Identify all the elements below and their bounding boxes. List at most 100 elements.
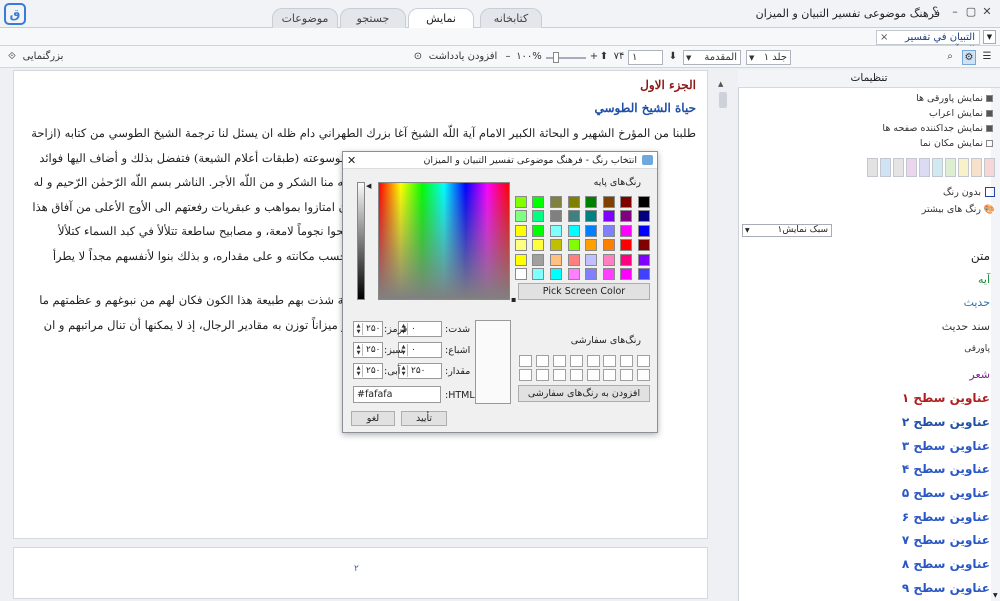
pick-screen-color-button[interactable]: Pick Screen Color xyxy=(518,283,650,300)
spin-icon[interactable]: ▲ ▼ xyxy=(355,344,363,356)
basic-color-cell[interactable] xyxy=(567,196,580,208)
custom-color-cell[interactable] xyxy=(603,355,617,367)
document-scrollbar[interactable]: ▲ xyxy=(717,80,729,598)
basic-color-cell[interactable] xyxy=(532,239,545,252)
highlight-swatch[interactable] xyxy=(880,158,891,177)
basic-color-cell[interactable] xyxy=(550,224,562,237)
scroll-down-icon[interactable]: ▼ xyxy=(993,592,998,599)
basic-color-cell[interactable] xyxy=(514,239,527,252)
style-item[interactable]: عناوین سطح ۶ xyxy=(902,510,990,524)
basic-color-cell[interactable] xyxy=(514,268,527,280)
basic-color-cell[interactable] xyxy=(550,268,562,280)
custom-color-cell[interactable] xyxy=(536,355,550,367)
checkbox-icon[interactable] xyxy=(986,110,993,117)
section-select[interactable]: المقدمة ▼ xyxy=(683,50,741,65)
basic-color-cell[interactable] xyxy=(585,210,598,223)
basic-color-cell[interactable] xyxy=(602,196,615,208)
basic-color-cell[interactable] xyxy=(532,268,545,280)
spin-icon[interactable]: ▲ ▼ xyxy=(400,365,408,377)
basic-color-cell[interactable] xyxy=(585,253,598,266)
basic-color-cell[interactable] xyxy=(620,268,633,280)
basic-color-cell[interactable] xyxy=(550,239,562,252)
basic-color-cell[interactable] xyxy=(550,196,562,208)
checkbox-icon[interactable] xyxy=(986,140,993,147)
basic-color-cell[interactable] xyxy=(567,253,580,266)
html-color-input[interactable]: #fafafa xyxy=(353,386,441,403)
basic-color-cell[interactable] xyxy=(532,253,545,266)
highlight-swatch[interactable] xyxy=(945,158,956,177)
style-item[interactable]: شعر xyxy=(969,368,990,381)
style-item[interactable]: متن xyxy=(971,249,990,263)
minimize-window-icon[interactable]: – xyxy=(948,5,962,19)
basic-color-cell[interactable] xyxy=(638,224,650,237)
more-colors-option[interactable]: 🎨 رنگ های بیشتر xyxy=(922,204,995,216)
basic-color-cell[interactable] xyxy=(602,253,615,266)
red-spinbox[interactable]: ▲ ▼ ۲۵۰ xyxy=(353,321,383,337)
custom-color-cell[interactable] xyxy=(620,355,634,367)
basic-color-cell[interactable] xyxy=(602,268,615,280)
custom-color-cell[interactable] xyxy=(586,355,600,367)
cancel-button[interactable]: لغو xyxy=(351,411,395,426)
color-spectrum[interactable] xyxy=(378,182,510,300)
basic-color-cell[interactable] xyxy=(585,196,598,208)
basic-color-cell[interactable] xyxy=(567,268,580,280)
basic-color-cell[interactable] xyxy=(638,210,650,223)
close-window-icon[interactable]: ✕ xyxy=(980,5,994,19)
basic-color-cell[interactable] xyxy=(567,224,580,237)
custom-color-cell[interactable] xyxy=(553,355,566,367)
style-item[interactable]: عناوین سطح ۴ xyxy=(902,462,990,476)
checkbox-icon[interactable] xyxy=(986,125,993,132)
zoom-label[interactable]: بزرگنمایی xyxy=(22,50,64,65)
basic-color-cell[interactable] xyxy=(620,253,633,266)
tab-1[interactable]: نمایش xyxy=(408,8,474,29)
highlight-swatch[interactable] xyxy=(971,158,982,177)
style-item[interactable]: عناوین سطح ۸ xyxy=(902,557,990,571)
basic-color-cell[interactable] xyxy=(532,196,545,208)
value-spinbox[interactable]: ▲ ▼ ۲۵۰ xyxy=(398,363,442,379)
list-icon[interactable]: ☰ xyxy=(980,50,994,65)
style-item[interactable]: عناوین سطح ۳ xyxy=(902,439,990,453)
green-spinbox[interactable]: ▲ ▼ ۲۵۰ xyxy=(353,342,383,358)
basic-color-cell[interactable] xyxy=(638,239,650,252)
spin-icon[interactable]: ▲ ▼ xyxy=(355,365,363,377)
custom-color-cell[interactable] xyxy=(620,369,634,381)
basic-color-cell[interactable] xyxy=(532,224,545,237)
custom-color-cell[interactable] xyxy=(536,369,550,381)
custom-color-cell[interactable] xyxy=(637,369,650,381)
custom-color-cell[interactable] xyxy=(519,369,533,381)
style-item[interactable]: عناوین سطح ۵ xyxy=(902,486,990,500)
style-select[interactable]: سبک نمایش۱ ▼ xyxy=(742,224,832,237)
style-item[interactable]: پاورقی xyxy=(964,344,990,354)
dialog-close-icon[interactable]: ✕ xyxy=(347,152,356,169)
basic-color-cell[interactable] xyxy=(567,210,580,223)
maximize-window-icon[interactable]: ▢ xyxy=(964,5,978,19)
luminance-arrow-icon[interactable]: ◀ xyxy=(366,182,371,190)
add-note-button[interactable]: افزودن یادداشت xyxy=(423,50,503,65)
basic-color-cell[interactable] xyxy=(638,268,650,280)
style-item[interactable]: عناوین سطح ۷ xyxy=(902,533,990,547)
style-item[interactable]: عناوین سطح ۲ xyxy=(902,415,990,429)
prev-page-icon[interactable]: ⬆ xyxy=(599,50,609,65)
basic-color-cell[interactable] xyxy=(585,239,598,252)
checkbox-option[interactable]: نمایش پاورقی ها xyxy=(916,93,993,105)
highlight-swatch[interactable] xyxy=(893,158,904,177)
basic-color-cell[interactable] xyxy=(550,253,562,266)
custom-color-cell[interactable] xyxy=(569,369,583,381)
no-color-option[interactable]: بدون رنگ xyxy=(943,187,995,199)
style-item[interactable]: حدیث xyxy=(964,296,990,309)
basic-color-cell[interactable] xyxy=(638,196,650,208)
settings-gear-icon[interactable]: ⚙ xyxy=(962,50,976,65)
basic-color-cell[interactable] xyxy=(514,196,527,208)
highlight-swatch[interactable] xyxy=(919,158,930,177)
luminance-slider[interactable] xyxy=(357,182,365,300)
scroll-up-icon[interactable]: ▲ xyxy=(718,80,723,88)
highlight-swatch[interactable] xyxy=(932,158,943,177)
checkbox-option[interactable]: نمایش جداکننده صفحه ها xyxy=(882,123,993,135)
search-icon[interactable]: ⌕ xyxy=(944,50,956,65)
scroll-thumb[interactable] xyxy=(719,92,727,108)
style-item[interactable]: عناوین سطح ۱ xyxy=(902,391,990,405)
custom-color-cell[interactable] xyxy=(569,355,583,367)
saturation-spinbox[interactable]: ▲ ▼ ۰ xyxy=(398,342,442,358)
highlight-swatch[interactable] xyxy=(867,158,878,177)
highlight-swatch[interactable] xyxy=(906,158,917,177)
